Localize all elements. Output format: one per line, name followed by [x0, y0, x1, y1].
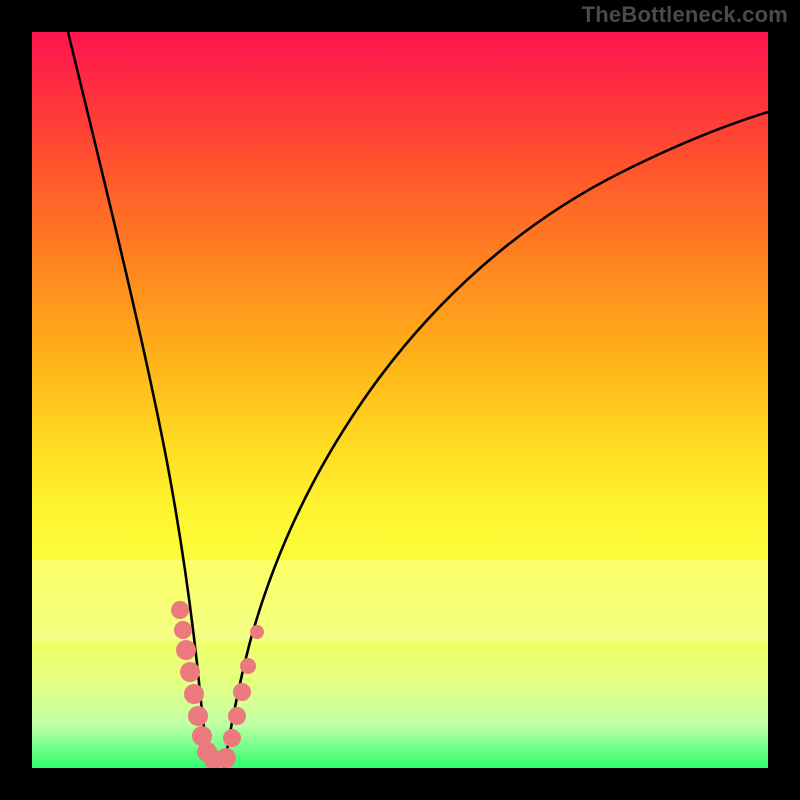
- chart-frame: TheBottleneck.com: [0, 0, 800, 800]
- plot-area: [32, 32, 768, 768]
- curve-layer: [32, 32, 768, 768]
- watermark-text: TheBottleneck.com: [582, 2, 788, 28]
- marker-group: [171, 601, 264, 768]
- right-curve: [224, 112, 768, 768]
